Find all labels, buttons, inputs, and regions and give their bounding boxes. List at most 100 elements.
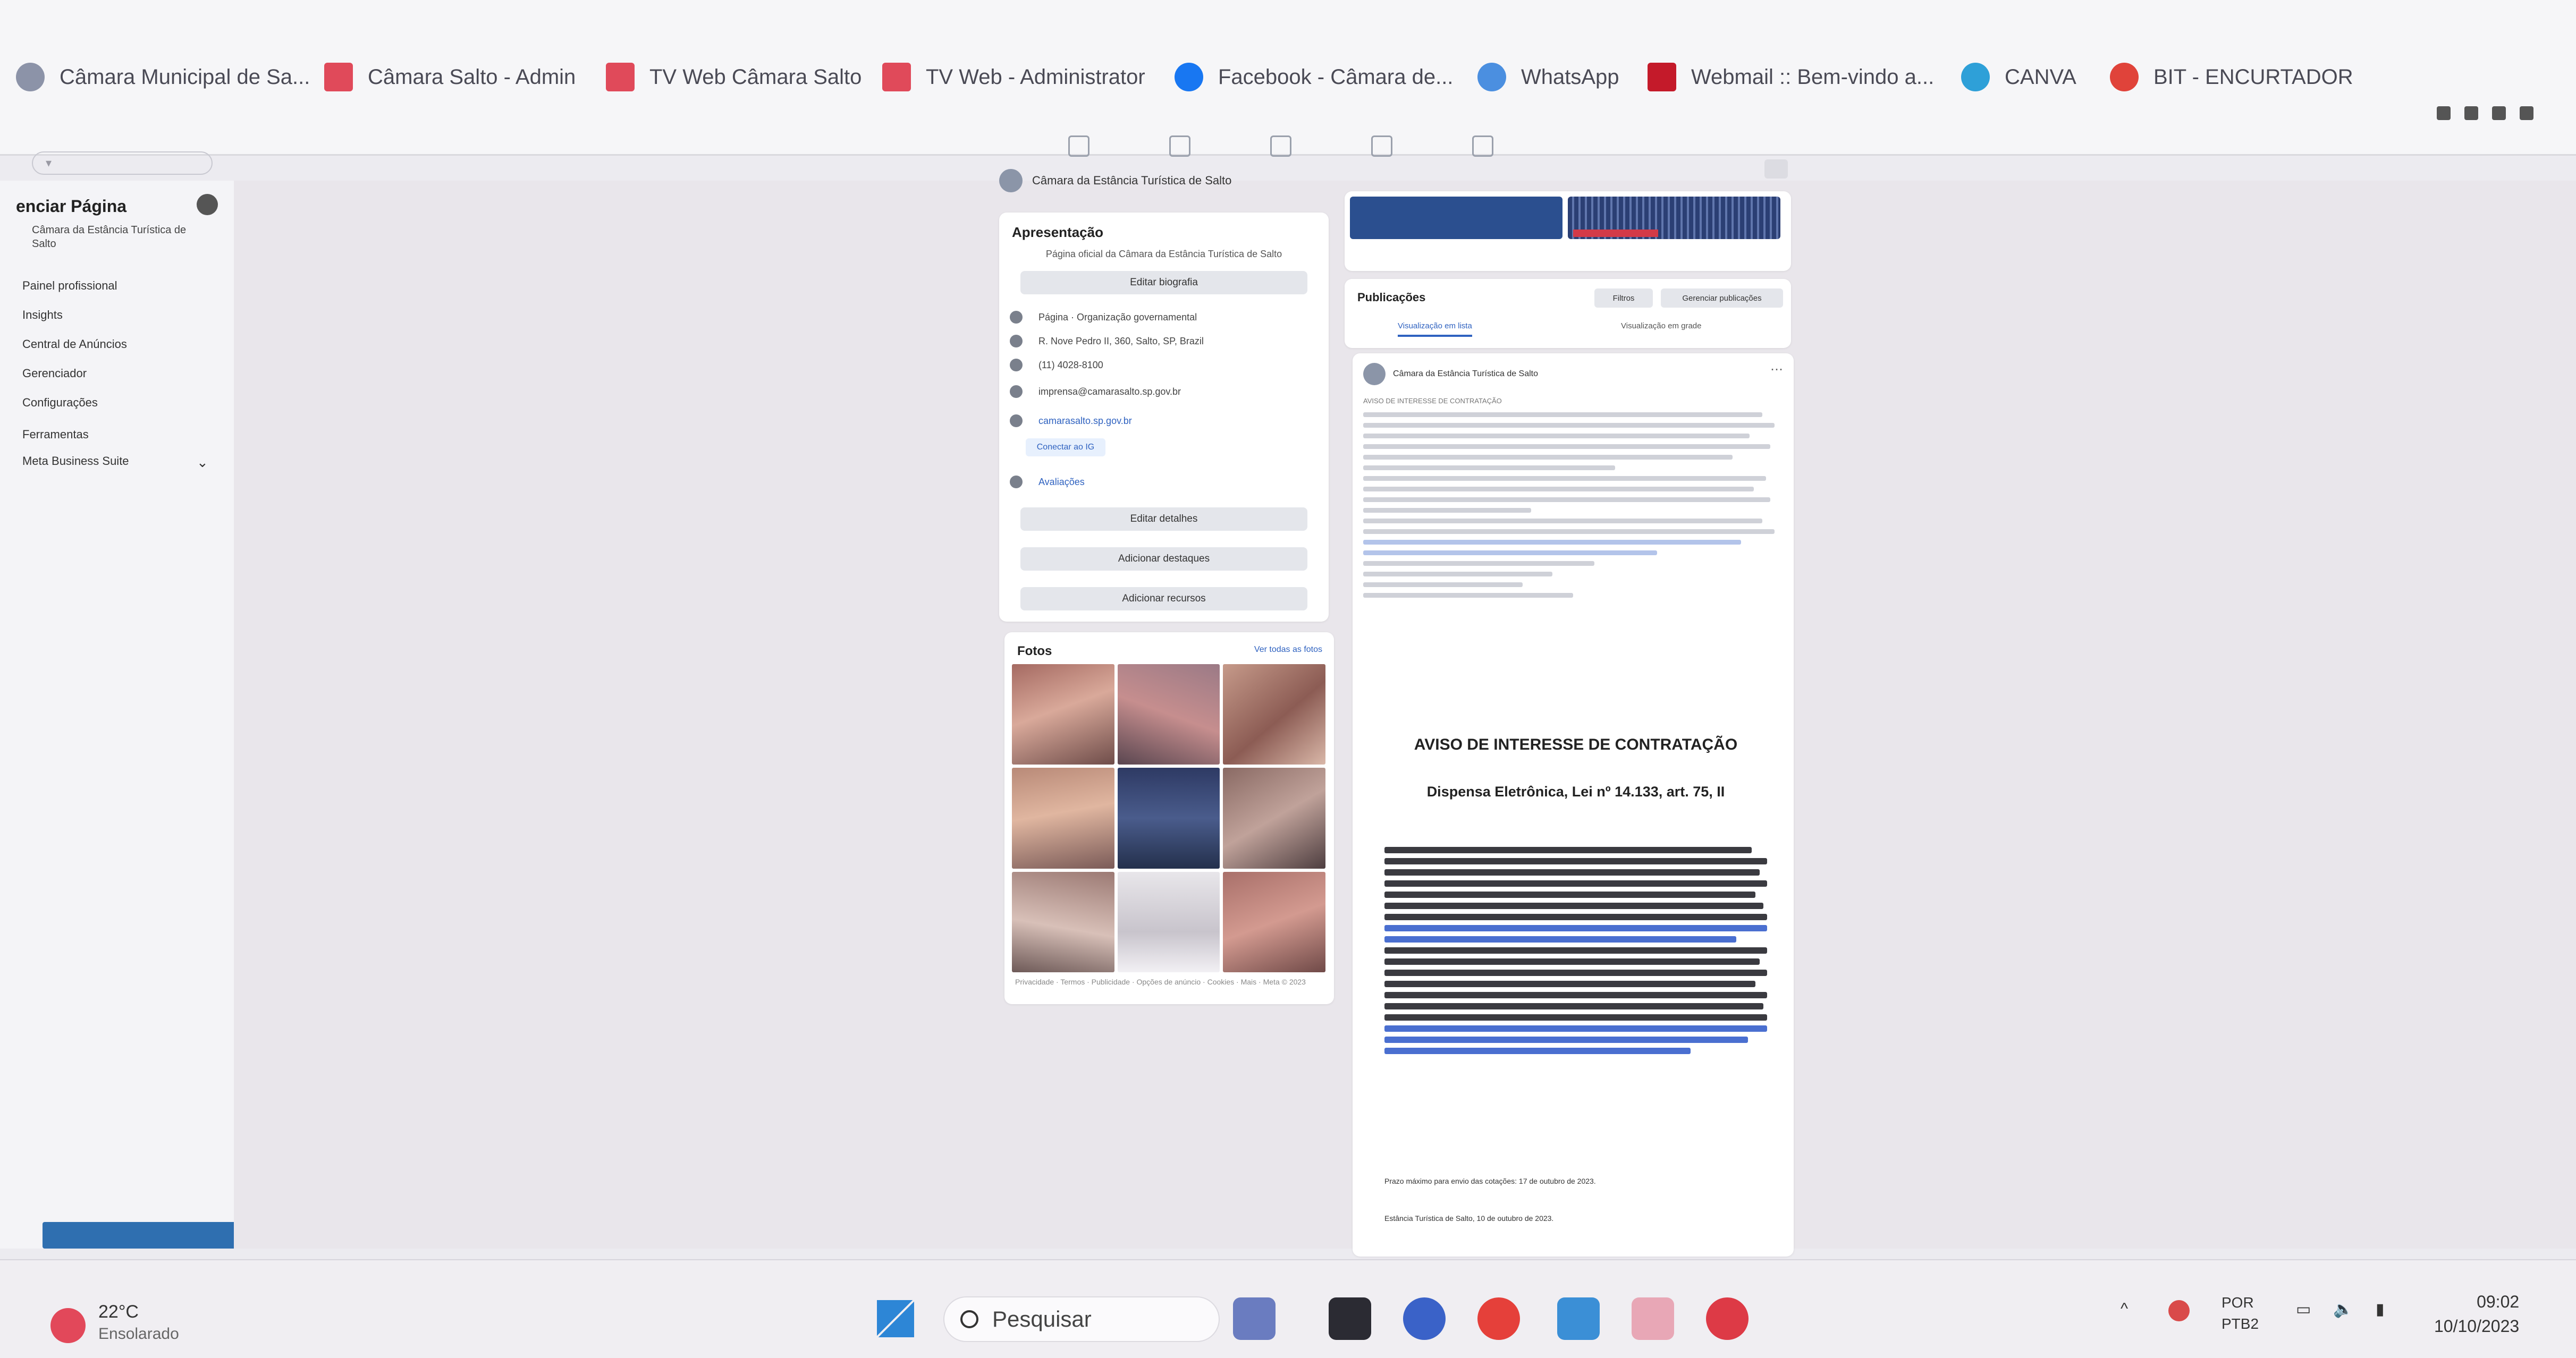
- volume-icon[interactable]: 🔈: [2333, 1300, 2353, 1319]
- avatar[interactable]: [999, 169, 1023, 192]
- sidebar-item-manager[interactable]: Gerenciador: [22, 367, 87, 380]
- chrome-icon[interactable]: [1477, 1297, 1520, 1340]
- bookmark-webmail[interactable]: Webmail :: Bem-vindo a...: [1648, 58, 1934, 96]
- featured-image-banner: [1573, 230, 1658, 237]
- sidebar-item-settings[interactable]: Configurações: [22, 396, 98, 410]
- website-row[interactable]: camarasalto.sp.gov.br: [1010, 412, 1132, 430]
- flag-icon[interactable]: [1169, 135, 1190, 157]
- settings-icon[interactable]: [2492, 106, 2506, 120]
- photo-thumbnail[interactable]: [1223, 871, 1325, 972]
- bookmark-tv-web-admin[interactable]: TV Web - Administrator: [882, 58, 1145, 96]
- filters-button[interactable]: Filtros: [1594, 288, 1653, 308]
- phone-row: (11) 4028-8100: [1010, 356, 1103, 374]
- intro-card: Apresentação Página oficial da Câmara da…: [999, 213, 1329, 622]
- profile-icon[interactable]: [2464, 106, 2478, 120]
- document-place-date: Estância Turística de Salto, 10 de outub…: [1384, 1214, 1554, 1223]
- close-icon[interactable]: [1764, 159, 1788, 179]
- edit-details-button[interactable]: Editar detalhes: [1020, 507, 1307, 531]
- chevron-down-icon[interactable]: ⌄: [197, 454, 208, 471]
- search-icon: [960, 1310, 978, 1328]
- manage-posts-button[interactable]: Gerenciar publicações: [1661, 288, 1783, 308]
- page-switcher[interactable]: ▾: [32, 151, 213, 175]
- bookmark-camara-admin[interactable]: Câmara Salto - Admin: [324, 58, 576, 96]
- photo-thumbnail[interactable]: [1117, 664, 1220, 765]
- bookmark-tv-web[interactable]: TV Web Câmara Salto: [606, 58, 862, 96]
- task-view-icon[interactable]: [1329, 1297, 1371, 1340]
- weather-condition[interactable]: Ensolarado: [98, 1325, 179, 1343]
- promote-button[interactable]: [43, 1222, 244, 1249]
- sidebar-page-name[interactable]: Câmara da Estância Turística de Salto: [32, 223, 202, 251]
- photo-thumbnail[interactable]: [1012, 871, 1114, 972]
- bookmarks-bar: Câmara Municipal de Sa... Câmara Salto -…: [0, 0, 2576, 156]
- intro-title: Apresentação: [1012, 224, 1103, 240]
- email-row: imprensa@camarasalto.sp.gov.br: [1010, 383, 1181, 401]
- page-title: Câmara da Estância Turística de Salto: [1032, 174, 1232, 187]
- address-row: R. Nove Pedro II, 360, Salto, SP, Brazil: [1010, 332, 1204, 350]
- add-links-button[interactable]: Adicionar recursos: [1020, 587, 1307, 610]
- weather-temperature[interactable]: 22°C: [98, 1302, 139, 1322]
- publications-title: Publicações: [1357, 291, 1426, 304]
- photo-thumbnail[interactable]: [1012, 664, 1114, 765]
- bookmark-bit-encurtador[interactable]: BIT - ENCURTADOR: [2110, 58, 2353, 96]
- photo-grid: [1012, 664, 1325, 972]
- more-options-icon[interactable]: ⋯: [1770, 362, 1783, 377]
- connect-instagram-button[interactable]: Conectar ao IG: [1026, 438, 1105, 456]
- file-explorer-icon[interactable]: [1557, 1297, 1600, 1340]
- photo-thumbnail[interactable]: [1012, 768, 1114, 869]
- tab-grid-view[interactable]: Visualização em grade: [1621, 321, 1701, 330]
- notice-document-image[interactable]: AVISO DE INTERESSE DE CONTRATAÇÃO Dispen…: [1363, 736, 1788, 1241]
- extension-icon[interactable]: [2437, 106, 2451, 120]
- menu-icon[interactable]: [2520, 106, 2533, 120]
- windows-start-icon[interactable]: [877, 1300, 914, 1337]
- chevron-up-icon[interactable]: ^: [2121, 1300, 2128, 1318]
- sidebar-item-meta-business-suite[interactable]: Meta Business Suite: [22, 454, 129, 468]
- phone-icon: [1010, 359, 1023, 371]
- app-icon[interactable]: [1706, 1297, 1749, 1340]
- language-indicator[interactable]: POR PTB2: [2222, 1292, 2259, 1335]
- sidebar-item-ad-center[interactable]: Central de Anúncios: [22, 337, 127, 351]
- taskbar-search[interactable]: Pesquisar: [943, 1296, 1220, 1342]
- gear-icon[interactable]: [197, 194, 218, 215]
- canva-icon: [1961, 63, 1990, 91]
- widgets-icon[interactable]: [1233, 1297, 1276, 1340]
- camara-logo-icon: [16, 63, 45, 91]
- antivirus-icon[interactable]: [2168, 1300, 2190, 1321]
- bookmark-canva[interactable]: CANVA: [1961, 58, 2076, 96]
- bookmark-whatsapp[interactable]: WhatsApp: [1477, 58, 1619, 96]
- bookmark-facebook[interactable]: Facebook - Câmara de...: [1175, 58, 1453, 96]
- document-subtitle: Dispensa Eletrônica, Lei nº 14.133, art.…: [1426, 784, 1725, 800]
- marketplace-icon[interactable]: [1371, 135, 1392, 157]
- chat-icon[interactable]: [1403, 1297, 1446, 1340]
- joomla-icon: [882, 63, 911, 91]
- photo-thumbnail[interactable]: [1223, 768, 1325, 869]
- photo-thumbnail[interactable]: [1117, 871, 1220, 972]
- photo-thumbnail[interactable]: [1117, 768, 1220, 869]
- edit-bio-button[interactable]: Editar biografia: [1020, 271, 1307, 294]
- clock[interactable]: 09:02 10/10/2023: [2434, 1289, 2519, 1338]
- sidebar-item-insights[interactable]: Insights: [22, 308, 63, 322]
- whatsapp-icon: [1477, 63, 1506, 91]
- search-placeholder: Pesquisar: [992, 1306, 1092, 1331]
- add-featured-button[interactable]: Adicionar destaques: [1020, 547, 1307, 571]
- video-icon[interactable]: [1270, 135, 1291, 157]
- battery-icon[interactable]: ▮: [2376, 1300, 2385, 1319]
- location-pin-icon: [1010, 335, 1023, 347]
- rating-row[interactable]: Avaliações: [1010, 473, 1085, 491]
- bookmark-camara-municipal[interactable]: Câmara Municipal de Sa...: [16, 58, 310, 96]
- home-icon[interactable]: [1068, 135, 1089, 157]
- tab-list-view[interactable]: Visualização em lista: [1398, 321, 1472, 337]
- weather-icon[interactable]: [50, 1308, 86, 1343]
- mail-icon: [1010, 385, 1023, 398]
- see-all-photos-link[interactable]: Ver todas as fotos: [1254, 645, 1322, 655]
- avatar[interactable]: [1363, 363, 1386, 385]
- post-card: Câmara da Estância Turística de Salto ⋯ …: [1353, 353, 1794, 1257]
- sidebar-title: enciar Página: [16, 197, 127, 216]
- sidebar-item-tools[interactable]: Ferramentas: [22, 428, 89, 442]
- groups-icon[interactable]: [1472, 135, 1493, 157]
- photo-thumbnail[interactable]: [1223, 664, 1325, 765]
- folder-icon[interactable]: [1632, 1297, 1674, 1340]
- sidebar-item-professional-dashboard[interactable]: Painel profissional: [22, 279, 117, 293]
- network-icon[interactable]: ▭: [2296, 1300, 2311, 1319]
- link-icon: [1010, 414, 1023, 427]
- featured-image[interactable]: [1350, 197, 1563, 239]
